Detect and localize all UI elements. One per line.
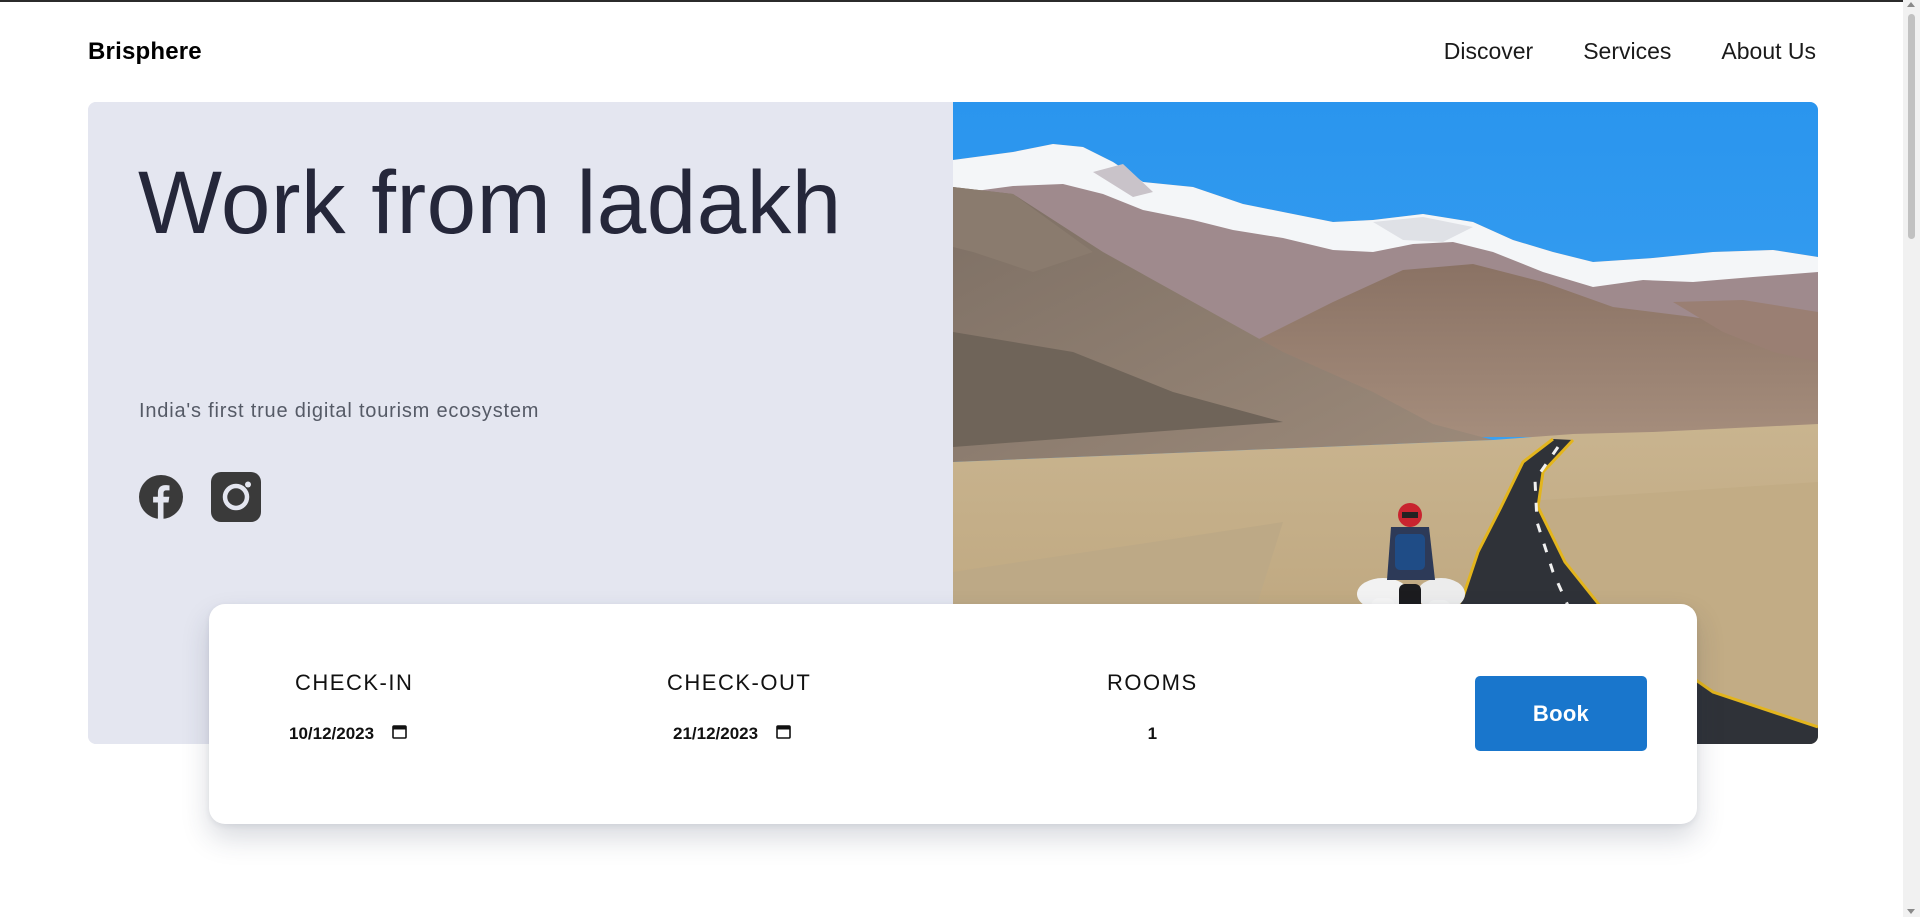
main-nav: Discover Services About Us xyxy=(1444,38,1816,65)
scroll-up-arrow-icon[interactable] xyxy=(1907,2,1915,7)
checkin-field: CHECK-IN 10/12/2023 xyxy=(289,670,414,744)
checkout-field: CHECK-OUT 21/12/2023 xyxy=(667,670,811,744)
social-links xyxy=(138,472,261,527)
rooms-input[interactable]: 1 xyxy=(1107,724,1198,744)
checkin-date-input[interactable]: 10/12/2023 xyxy=(289,724,413,744)
nav-link-discover[interactable]: Discover xyxy=(1444,38,1533,65)
hero-subtitle: India's first true digital tourism ecosy… xyxy=(139,400,540,422)
calendar-icon[interactable] xyxy=(776,724,791,744)
scroll-down-arrow-icon[interactable] xyxy=(1907,909,1915,914)
checkin-label: CHECK-IN xyxy=(295,670,414,695)
rooms-label: ROOMS xyxy=(1107,670,1198,695)
checkout-date-input[interactable]: 21/12/2023 xyxy=(673,724,811,744)
brand-logo-text[interactable]: Brisphere xyxy=(88,38,202,66)
booking-card: CHECK-IN 10/12/2023 CHECK-OUT 21/12/2023… xyxy=(209,604,1697,824)
checkout-date-value: 21/12/2023 xyxy=(673,724,759,743)
facebook-icon[interactable] xyxy=(138,474,184,525)
rooms-field: ROOMS 1 xyxy=(1107,670,1198,744)
nav-link-about-us[interactable]: About Us xyxy=(1721,38,1816,65)
page-scrollbar[interactable] xyxy=(1903,0,1920,917)
rooms-value: 1 xyxy=(1147,724,1158,743)
nav-link-services[interactable]: Services xyxy=(1583,38,1671,65)
book-button[interactable]: Book xyxy=(1475,676,1647,751)
instagram-icon[interactable] xyxy=(211,472,261,527)
calendar-icon[interactable] xyxy=(392,724,407,744)
checkin-date-value: 10/12/2023 xyxy=(289,724,375,743)
checkout-label: CHECK-OUT xyxy=(667,670,812,695)
hero-title: Work from ladakh xyxy=(138,152,842,252)
scrollbar-thumb[interactable] xyxy=(1908,14,1915,239)
browser-top-border xyxy=(0,0,1920,2)
